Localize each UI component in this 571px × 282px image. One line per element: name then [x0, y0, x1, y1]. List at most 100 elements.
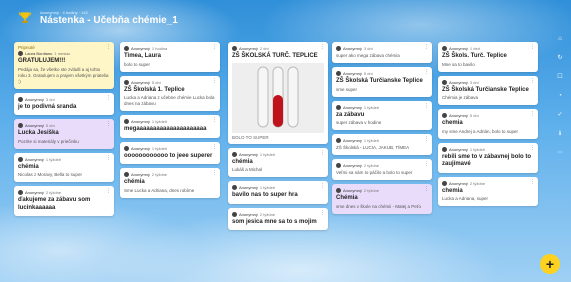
post-card[interactable]: Anonymný 1 hodina ⋮ Timea, Laura bolo to sup… [120, 42, 220, 72]
more-options-icon[interactable]: ⋮ [106, 122, 111, 127]
post-meta: Anonymný 3 dni [18, 96, 110, 103]
post-title: Timea, Laura [124, 53, 161, 59]
more-options-icon[interactable]: ⋮ [212, 118, 217, 123]
post-title: oooooooooooo to jeee superer [124, 152, 213, 159]
more-options-icon[interactable]: ⋮ [424, 162, 429, 167]
more-options-icon[interactable]: ⋮ [212, 144, 217, 150]
board-column: Anonymný 2 dni ⋮ ZŠ ŠKOLSKÁ TURČ. TEPLICE BO… [228, 42, 328, 230]
post-title: chémia [18, 163, 39, 170]
post-card[interactable]: Anonymný 5 dní ⋮ ZŠ Školská 1. Teplice Lucka… [120, 75, 220, 111]
test-tube-image [232, 62, 324, 133]
post-time: 2 dni [259, 46, 269, 51]
more-options-icon[interactable]: ⋮ [530, 45, 535, 50]
post-time: 2 týždne [363, 163, 380, 168]
post-card[interactable]: Anonymný 3 dni ⋮ super ako mega zábava chém… [332, 42, 432, 63]
home-icon[interactable]: ⌂ [558, 36, 562, 43]
post-card[interactable]: Anonymný 1 týždeň ⋮ chémia Nicolas z Moravy,… [14, 152, 114, 182]
post-title: chémia [232, 158, 253, 165]
post-author: Anonymný [131, 172, 150, 177]
post-time: 5 dní [469, 113, 479, 118]
more-options-icon[interactable]: ⋮ [530, 112, 535, 117]
post-card[interactable]: Anonymný 1 týždeň ⋮ za zábavu super zábava v… [332, 100, 432, 130]
post-title: bavilo nas to super hra [232, 192, 298, 198]
post-meta: Anonymný 1 týždeň [232, 184, 324, 191]
more-options-icon[interactable]: ⋮ [106, 155, 111, 161]
more-options-icon[interactable]: ⋮ [424, 70, 429, 75]
post-meta: Anonymný 2 týždne [18, 189, 110, 196]
info-icon[interactable]: ℹ [559, 131, 561, 138]
post-card[interactable]: Anonymný 5 dní ⋮ chemia my sme Andrej a Adri… [438, 109, 538, 139]
post-meta: Anonymný 3 dni [336, 45, 428, 52]
post-author: Anonymný [131, 46, 150, 51]
post-author: Anonymný [449, 180, 468, 186]
more-icon[interactable]: ⋯ [557, 150, 563, 157]
post-card[interactable]: Anonymný 1 týždeň ⋮ oooooooooooo to jeee su… [120, 141, 220, 164]
post-card[interactable]: Anonymný 1 týždeň ⋮ megaaaaaaaaaaaaaaaaaaaa… [120, 115, 220, 138]
post-card[interactable]: Anonymný 2 týždne ⋮ chémia Sme Lucka a Adria… [120, 168, 220, 198]
post-card[interactable]: Anonymný 2 týždne ⋮ ďakujeme za zábavu som … [14, 186, 114, 216]
post-time: 3 dni [363, 46, 373, 51]
post-title: Lucka Jesiška [18, 130, 59, 136]
post-body: sme dnes v škole na chémii - Matej a Peť… [336, 203, 421, 209]
post-body: sme super [336, 86, 358, 92]
more-options-icon[interactable]: ⋮ [106, 45, 111, 50]
post-meta: Anonymný 1 týždeň [232, 151, 324, 158]
post-body: Lukáš a Michal [232, 167, 263, 172]
post-time: 5 dní [363, 71, 373, 76]
more-options-icon[interactable]: ⋮ [530, 145, 535, 151]
post-card[interactable]: Pripnuté Laura Bordianu 1 mesiac ⋮ GRATULUJE… [14, 42, 114, 89]
more-options-icon[interactable]: ⋮ [320, 45, 325, 50]
post-card[interactable]: Anonymný 1 deň ⋮ ZŠ Škols. Turč. Teplice Mne… [438, 42, 538, 72]
board-column: Anonymný 1 hodina ⋮ Timea, Laura bolo to sup… [120, 42, 220, 198]
board-title: Nástenka - Učebňa chémie_1 [40, 14, 178, 26]
more-options-icon[interactable]: ⋮ [212, 171, 217, 176]
avatar [124, 145, 129, 151]
more-options-icon[interactable]: ⋮ [530, 179, 535, 185]
more-options-icon[interactable]: ⋮ [424, 45, 429, 50]
post-title: chemia [442, 120, 463, 126]
post-card[interactable]: Anonymný 3 dni ⋮ je to podivná sranda [14, 92, 114, 115]
more-options-icon[interactable]: ⋮ [212, 45, 217, 50]
post-card[interactable]: Anonymný 1 týždeň ⋮ rebili sme to v zábavne… [438, 142, 538, 173]
check-icon[interactable]: ✓ [557, 112, 562, 119]
post-card[interactable]: Anonymný 5 dní ⋮ ZŠ Školská Turčianske Tepl… [332, 67, 432, 97]
post-body: Mne sa to bavilo [442, 61, 475, 67]
avatar [442, 46, 447, 51]
post-author: Anonymný [449, 146, 468, 152]
more-options-icon[interactable]: ⋮ [424, 137, 429, 142]
avatar [336, 163, 341, 168]
post-body: BOLO TO SUPER [232, 134, 269, 140]
post-meta: Anonymný 1 týždeň [18, 156, 110, 163]
post-card[interactable]: Anonymný 1 týždeň ⋮ chémia Lukáš a Michal [228, 147, 328, 177]
post-card[interactable]: Anonymný 2 týždne ⋮ Chémia sme dnes v škole … [332, 184, 432, 214]
post-card[interactable]: Anonymný 2 týždne ⋮ Veľmi sa nám to páčilo … [332, 159, 432, 180]
post-author: Anonymný [239, 211, 258, 217]
post-title: som jesica mne sa to s mojim [232, 218, 317, 225]
refresh-icon[interactable]: ↻ [557, 55, 562, 62]
post-meta: Anonymný 2 dni [232, 45, 324, 52]
more-options-icon[interactable]: ⋮ [320, 184, 325, 189]
post-card[interactable]: Anonymný 5 dní ⋮ Lucka Jesiška Pozrite si ma… [14, 119, 114, 149]
theme-icon[interactable]: ◔ [558, 93, 562, 100]
post-card[interactable]: Anonymný 1 týždeň ⋮ bavilo nas to super hra [228, 181, 328, 204]
add-post-button[interactable]: + [540, 254, 560, 274]
more-options-icon[interactable]: ⋮ [320, 210, 325, 216]
more-options-icon[interactable]: ⋮ [424, 103, 429, 109]
avatar [232, 211, 237, 217]
post-card[interactable]: Anonymný 2 týždne ⋮ chemia Lucka a Adriana, … [438, 176, 538, 206]
post-card[interactable]: Anonymný 2 dni ⋮ ZŠ ŠKOLSKÁ TURČ. TEPLICE BO… [228, 42, 328, 144]
more-options-icon[interactable]: ⋮ [320, 150, 325, 156]
more-options-icon[interactable]: ⋮ [530, 78, 535, 84]
layout-icon[interactable]: ☐ [557, 74, 562, 81]
more-options-icon[interactable]: ⋮ [106, 189, 111, 194]
more-options-icon[interactable]: ⋮ [106, 95, 111, 101]
more-options-icon[interactable]: ⋮ [424, 187, 429, 192]
board-column: Anonymný 3 dni ⋮ super ako mega zábava chém… [332, 42, 432, 214]
avatar [442, 79, 447, 85]
post-author: Anonymný [343, 46, 362, 51]
post-author: Anonymný [343, 138, 362, 143]
post-card[interactable]: Anonymný 3 dni ⋮ ZŠ Školská Turčianske Tepl… [438, 75, 538, 105]
more-options-icon[interactable]: ⋮ [212, 78, 217, 84]
post-card[interactable]: Anonymný 2 týždne ⋮ som jesica mne sa to s … [228, 207, 328, 230]
post-card[interactable]: Anonymný 1 týždeň ⋮ ZŠ Školská - LUCIA, JAK… [332, 134, 432, 155]
